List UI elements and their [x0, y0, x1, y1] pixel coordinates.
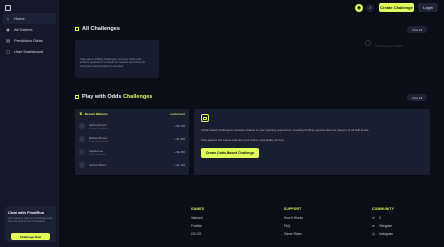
create-odds-challenge-button[interactable]: Create Odds-Based Challenge	[201, 148, 259, 158]
footer-link-game-rules[interactable]: Game Rules	[284, 230, 303, 238]
user-icon: ◯	[5, 49, 11, 54]
footer-link-instagram[interactable]: ◎ Instagram	[372, 230, 394, 238]
avatar	[79, 136, 85, 142]
empty-state-icon	[365, 40, 371, 46]
footer-games-title: GAMES	[191, 207, 205, 211]
view-all-label: View All	[411, 27, 423, 32]
sidebar-item-label: Prediction Odds	[14, 38, 43, 43]
footer-link-csgo[interactable]: CS:GO	[191, 230, 204, 238]
telegram-icon: ➤	[372, 224, 375, 228]
avatar	[79, 149, 85, 155]
footer-link-fortnite[interactable]: Fortnite	[191, 222, 204, 230]
sidebar-item-home[interactable]: ⌂ Home	[3, 13, 56, 24]
odds-info-text-secondary: Play against the house and test your luc…	[201, 138, 285, 142]
sidebar-item-label: Home	[14, 16, 25, 21]
home-icon: ⌂	[6, 16, 10, 21]
sidebar-nav: ⌂ Home ◉ All Games ▤ Prediction Odds ◯ U…	[3, 13, 56, 57]
winner-game: CS:GO Showdown	[89, 153, 106, 156]
login-button[interactable]: Login	[418, 3, 438, 12]
section-icon	[75, 27, 79, 31]
footer-support-title: SUPPORT	[284, 207, 302, 211]
profile-icon[interactable]: ◉	[355, 4, 363, 12]
view-all-challenges-button[interactable]: View All	[407, 26, 427, 33]
sidebar-item-all-games[interactable]: ◉ All Games	[3, 24, 56, 35]
challenge-card[interactable]: Take part in thrilling challenges, test …	[75, 40, 159, 78]
x-icon: ✕	[372, 216, 375, 220]
footer-games: GAMES Valorant Fortnite CS:GO	[191, 207, 204, 238]
avatar	[79, 162, 85, 168]
winner-row: Akira Johnson Valorant Grand Arena + $2,1…	[79, 121, 185, 131]
chat-promo-card: Chat with FinalRun Get real-time odds an…	[5, 206, 56, 242]
section-icon	[75, 95, 79, 99]
odds-info-text: Odds-based challenges combine chance to …	[201, 128, 370, 132]
winner-name: Michael Brown	[89, 135, 108, 140]
chart-icon: ▤	[6, 38, 10, 43]
winner-game: Valorant Grand Arena	[89, 127, 109, 130]
challenge-now-button[interactable]: Challenge Now	[11, 233, 50, 240]
winner-row: James Wilson + $1,400	[79, 160, 185, 170]
footer-link-label: Telegram	[379, 224, 393, 228]
view-all-odds-button[interactable]: View All	[407, 94, 427, 101]
winner-name: Akira Johnson	[89, 122, 107, 127]
odds-challenges-header: Play with Odds Challenges	[75, 94, 152, 100]
app-logo-icon[interactable]	[5, 5, 11, 11]
section-title-accent: Challenges	[122, 94, 153, 100]
sidebar-item-label: All Games	[14, 27, 33, 32]
sidebar-item-user-dashboard[interactable]: ◯ User Dashboard	[3, 46, 56, 57]
sidebar-item-label: User Dashboard	[14, 49, 44, 54]
winner-amount: + $1,800	[174, 137, 185, 141]
section-title: Play with Odds Challenges	[82, 94, 152, 100]
footer-community-title: COMMUNITY	[372, 207, 395, 211]
create-challenge-button[interactable]: Create Challenge	[379, 3, 414, 12]
recent-winners-title: Recent Winners	[85, 112, 108, 116]
section-title-main: Play with Odds	[82, 94, 122, 100]
winner-amount: + $1,400	[174, 163, 185, 167]
footer-support: SUPPORT How It Works FAQ Game Rules	[284, 207, 303, 238]
all-challenges-header: All Challenges	[75, 26, 120, 32]
footer-link-label: X	[379, 216, 382, 220]
winner-game: Fortnite Battle Royale	[89, 140, 109, 143]
winner-name: Sophia Lee	[89, 148, 104, 153]
recent-winners-card: ♛ Recent Winners Leaderboard Akira Johns…	[75, 109, 189, 175]
notification-bell-icon[interactable]: ♪	[366, 4, 374, 12]
footer-link-label: Instagram	[379, 232, 394, 236]
recent-winners-header: ♛ Recent Winners Leaderboard	[79, 111, 185, 117]
promo-title: Chat with FinalRun	[8, 210, 45, 215]
challenge-card-text: Take part in thrilling challenges, test …	[80, 58, 146, 68]
footer-link-how-it-works[interactable]: How It Works	[284, 214, 303, 222]
footer-link-telegram[interactable]: ➤ Telegram	[372, 222, 394, 230]
sidebar-item-prediction-odds[interactable]: ▤ Prediction Odds	[3, 35, 56, 46]
winner-amount: + $1,650	[174, 150, 185, 154]
avatar	[79, 123, 85, 129]
section-title: All Challenges	[82, 26, 120, 32]
footer-link-x[interactable]: ✕ X	[372, 214, 394, 222]
leaderboard-link[interactable]: Leaderboard	[170, 113, 185, 116]
odds-info-card: Odds-based challenges combine chance to …	[194, 109, 430, 175]
footer-link-faq[interactable]: FAQ	[284, 222, 303, 230]
view-all-label: View All	[411, 95, 423, 100]
winner-name: James Wilson	[89, 162, 107, 167]
gamepad-icon: ◉	[6, 27, 10, 32]
ticket-icon	[201, 114, 209, 122]
winner-row: Sophia Lee CS:GO Showdown + $1,650	[79, 147, 185, 157]
sidebar: ⌂ Home ◉ All Games ▤ Prediction Odds ◯ U…	[0, 0, 59, 247]
footer-link-valorant[interactable]: Valorant	[191, 214, 204, 222]
winner-row: Michael Brown Fortnite Battle Royale + $1…	[79, 134, 185, 144]
instagram-icon: ◎	[372, 232, 375, 236]
empty-state-text: No challenges available	[375, 45, 404, 48]
winner-amount: + $2,150	[174, 124, 185, 128]
footer-community: COMMUNITY ✕ X ➤ Telegram ◎ Instagram	[372, 207, 394, 238]
promo-text: Get real-time odds and challenge stats f…	[8, 217, 53, 224]
trophy-icon: ♛	[79, 111, 83, 116]
